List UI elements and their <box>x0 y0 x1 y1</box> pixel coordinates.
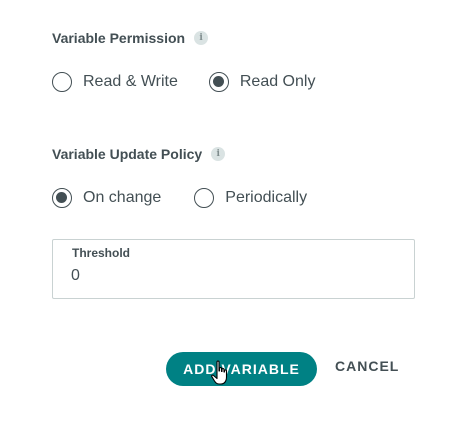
threshold-input[interactable] <box>71 267 391 285</box>
radio-on-change-circle[interactable] <box>52 188 72 208</box>
update-policy-radio-group: On change Periodically <box>52 188 307 208</box>
radio-on-change-label[interactable]: On change <box>83 189 161 207</box>
radio-periodically-circle[interactable] <box>194 188 215 208</box>
radio-read-only-label[interactable]: Read Only <box>240 73 316 91</box>
threshold-field[interactable]: Threshold <box>52 239 415 299</box>
variable-settings-panel: Variable Permission i Read & Write Read … <box>0 0 464 424</box>
permission-title-label: Variable Permission <box>52 30 186 46</box>
permission-section-title: Variable Permission i <box>52 30 209 46</box>
radio-periodically-label[interactable]: Periodically <box>225 189 307 207</box>
radio-read-write-label[interactable]: Read & Write <box>83 73 178 91</box>
update-policy-section-title: Variable Update Policy i <box>52 146 226 162</box>
permission-radio-group: Read & Write Read Only <box>52 72 315 92</box>
radio-read-only-circle[interactable] <box>208 72 229 92</box>
radio-read-write[interactable]: Read & Write <box>52 72 178 92</box>
info-icon[interactable]: i <box>194 31 209 45</box>
threshold-label: Threshold <box>72 246 131 260</box>
radio-read-only[interactable]: Read Only <box>208 72 316 92</box>
radio-on-change[interactable]: On change <box>52 188 161 208</box>
radio-read-write-circle[interactable] <box>52 72 72 92</box>
add-variable-button[interactable]: ADD VARIABLE <box>166 352 317 386</box>
cancel-button[interactable]: CANCEL <box>335 355 399 377</box>
hand-pointer-cursor-icon <box>211 360 228 385</box>
radio-periodically[interactable]: Periodically <box>194 188 307 208</box>
update-policy-title-label: Variable Update Policy <box>52 146 203 162</box>
info-icon[interactable]: i <box>211 147 226 161</box>
